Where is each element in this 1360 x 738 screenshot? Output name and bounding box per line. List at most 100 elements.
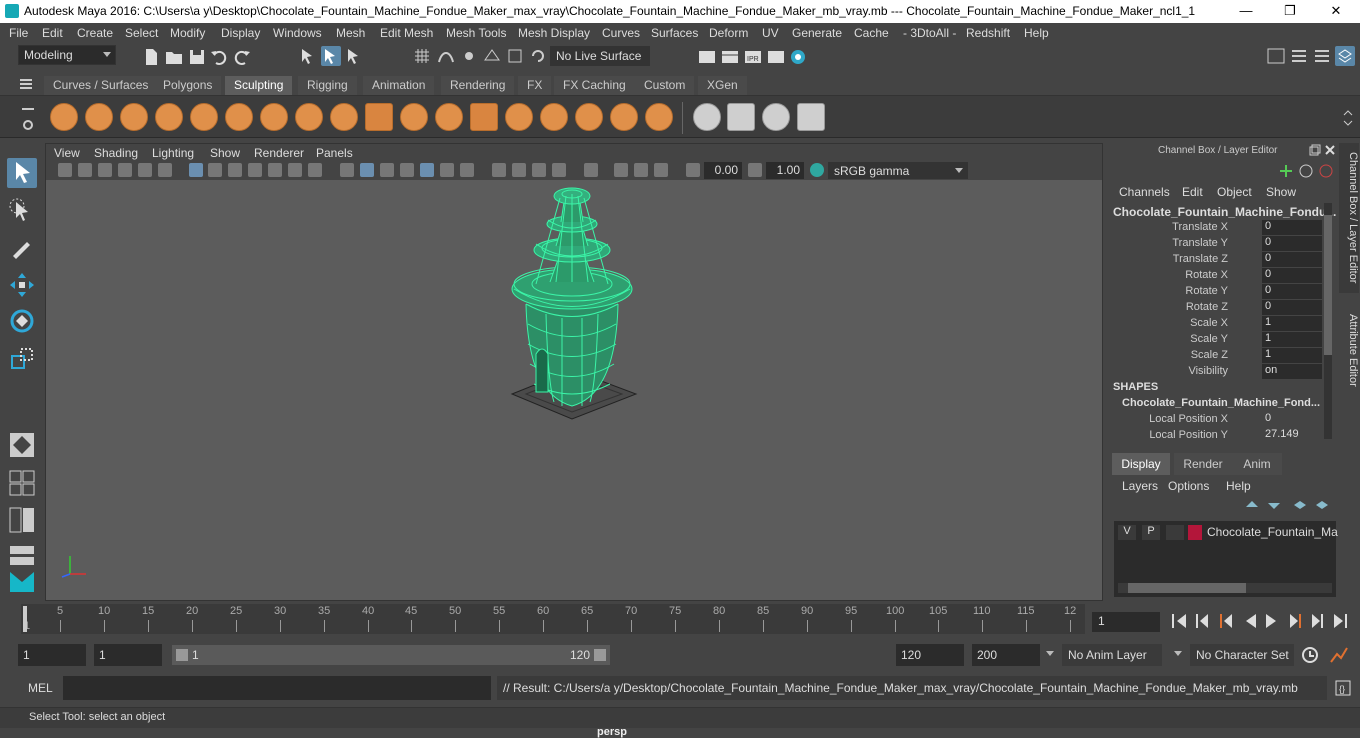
lighting-icon[interactable] [440, 163, 454, 177]
layer-playback-toggle[interactable]: P [1142, 525, 1160, 540]
menu-display[interactable]: Display [221, 26, 260, 40]
minimize-button[interactable]: — [1224, 0, 1268, 23]
single-pane-layout-icon[interactable] [7, 430, 37, 460]
wireframe-on-shaded-icon[interactable] [380, 163, 394, 177]
animation-preferences-icon[interactable] [1328, 645, 1350, 665]
pinch-tool-icon[interactable] [190, 103, 218, 131]
layer-visibility-toggle[interactable]: V [1118, 525, 1136, 540]
bulge-tool-icon[interactable] [575, 103, 603, 131]
viewport-menu-renderer[interactable]: Renderer [254, 146, 304, 160]
shelf-tab-xgen[interactable]: XGen [698, 76, 747, 95]
convert-to-frozen-icon[interactable] [693, 103, 721, 131]
smear-tool-icon[interactable] [540, 103, 568, 131]
exposure-icon[interactable] [686, 163, 700, 177]
menu-mesh[interactable]: Mesh [336, 26, 365, 40]
play-backwards-icon[interactable] [1246, 614, 1256, 628]
film-gate-icon[interactable] [208, 163, 222, 177]
step-back-key-icon[interactable] [1220, 614, 1232, 628]
close-button[interactable]: ✕ [1314, 0, 1358, 23]
menu-mesh-tools[interactable]: Mesh Tools [446, 26, 506, 40]
attribute-row-rotate-z[interactable]: Rotate Z0 [1106, 300, 1322, 316]
attribute-row-rotate-x[interactable]: Rotate X0 [1106, 268, 1322, 284]
menu-create[interactable]: Create [77, 26, 113, 40]
layer-options-menu[interactable]: Options [1168, 479, 1209, 493]
range-start-handle[interactable] [176, 649, 188, 661]
rotate-tool-icon[interactable] [7, 306, 37, 336]
maximize-button[interactable]: ❐ [1268, 0, 1312, 23]
range-slider[interactable]: 1 120 [172, 645, 610, 665]
step-forward-key-icon[interactable] [1290, 614, 1301, 628]
freeze-tool-icon[interactable] [645, 103, 673, 131]
gamma-field[interactable]: 1.00 [766, 162, 804, 179]
ambient-occlusion-icon[interactable] [492, 163, 506, 177]
snap-curve-icon[interactable] [436, 46, 456, 66]
viewport-menu-show[interactable]: Show [210, 146, 240, 160]
menu-select[interactable]: Select [125, 26, 158, 40]
attribute-row-rotate-y[interactable]: Rotate Y0 [1106, 284, 1322, 300]
shelf-tab-rigging[interactable]: Rigging [298, 76, 357, 95]
speed-mode-icon[interactable] [1298, 163, 1314, 179]
layer-name[interactable]: Chocolate_Fountain_Ma [1207, 525, 1338, 539]
new-layer-icon[interactable] [1292, 499, 1308, 511]
command-input[interactable] [63, 676, 491, 700]
anim-layer-selector[interactable]: No Anim Layer [1062, 644, 1162, 666]
xray-icon[interactable] [420, 163, 434, 177]
wireframe-shading-icon[interactable] [340, 163, 354, 177]
attribute-row-translate-z[interactable]: Translate Z0 [1106, 252, 1322, 268]
workspace-icon[interactable] [1266, 46, 1286, 66]
channel-edit-menu[interactable]: Edit [1182, 185, 1203, 199]
animation-end-field[interactable]: 200 [972, 644, 1040, 666]
menu-windows[interactable]: Windows [273, 26, 322, 40]
layer-display-type-toggle[interactable] [1166, 525, 1184, 540]
side-tab-channel-box[interactable]: Channel Box / Layer Editor [1339, 143, 1359, 293]
attribute-row-translate-y[interactable]: Translate Y0 [1106, 236, 1322, 252]
attribute-row-scale-z[interactable]: Scale Z1 [1106, 348, 1322, 364]
open-scene-icon[interactable] [164, 47, 184, 67]
redo-icon[interactable] [232, 47, 252, 67]
bookmark-icon[interactable] [98, 163, 112, 177]
step-back-frame-icon[interactable] [1196, 614, 1208, 628]
motion-blur-icon[interactable] [512, 163, 526, 177]
playback-start-field[interactable]: 1 [94, 644, 162, 666]
color-management-icon[interactable] [810, 163, 824, 177]
sculpt-settings-icon[interactable] [797, 103, 825, 131]
playback-end-field[interactable]: 120 [896, 644, 964, 666]
viewport-panel[interactable]: persp [45, 143, 1103, 738]
shelf-tab-fx-caching[interactable]: FX Caching [554, 76, 635, 95]
layer-tab-anim[interactable]: Anim [1232, 453, 1282, 475]
make-live-icon[interactable] [528, 46, 548, 66]
shelf-tab-rendering[interactable]: Rendering [441, 76, 515, 95]
menu-uv[interactable]: UV [762, 26, 779, 40]
flatten-tool-icon[interactable] [225, 103, 253, 131]
channel-box-scrollbar[interactable] [1324, 203, 1332, 439]
select-tool-icon[interactable] [7, 158, 37, 188]
imprint-tool-icon[interactable] [365, 103, 393, 131]
sculpt-mesh-icon[interactable] [762, 103, 790, 131]
viewport-menu-view[interactable]: View [54, 146, 80, 160]
attribute-row-scale-x[interactable]: Scale X1 [1106, 316, 1322, 332]
isolate-select-icon[interactable] [584, 163, 598, 177]
shelf-tab-animation[interactable]: Animation [363, 76, 435, 95]
shelf-menu-icon[interactable] [18, 77, 34, 91]
float-panel-icon[interactable] [1309, 144, 1321, 156]
mode-selector[interactable]: Modeling [18, 45, 116, 65]
current-time-marker[interactable] [23, 606, 27, 632]
attribute-row-local-position-x[interactable]: Local Position X0 [1106, 412, 1320, 428]
foamy-tool-icon[interactable] [260, 103, 288, 131]
relax-tool-icon[interactable] [120, 103, 148, 131]
shelf-tab-curves-surfaces[interactable]: Curves / Surfaces [44, 76, 158, 95]
four-pane-layout-icon[interactable] [7, 468, 37, 498]
shelf-settings-gear-icon[interactable] [21, 118, 35, 132]
toggle-channel-box-icon[interactable] [1335, 46, 1355, 66]
channel-object-menu[interactable]: Object [1217, 185, 1252, 199]
move-layer-down-icon[interactable] [1266, 499, 1282, 511]
field-chart-icon[interactable] [268, 163, 282, 177]
image-plane-icon[interactable] [118, 163, 132, 177]
viewport-menu-panels[interactable]: Panels [316, 146, 353, 160]
grab-tool-icon[interactable] [155, 103, 183, 131]
shelf-tab-fx[interactable]: FX [518, 76, 552, 95]
snap-surface-icon[interactable] [505, 46, 525, 66]
safe-title-icon[interactable] [308, 163, 322, 177]
hypershade-icon[interactable] [788, 47, 808, 67]
anti-aliasing-icon[interactable] [532, 163, 546, 177]
